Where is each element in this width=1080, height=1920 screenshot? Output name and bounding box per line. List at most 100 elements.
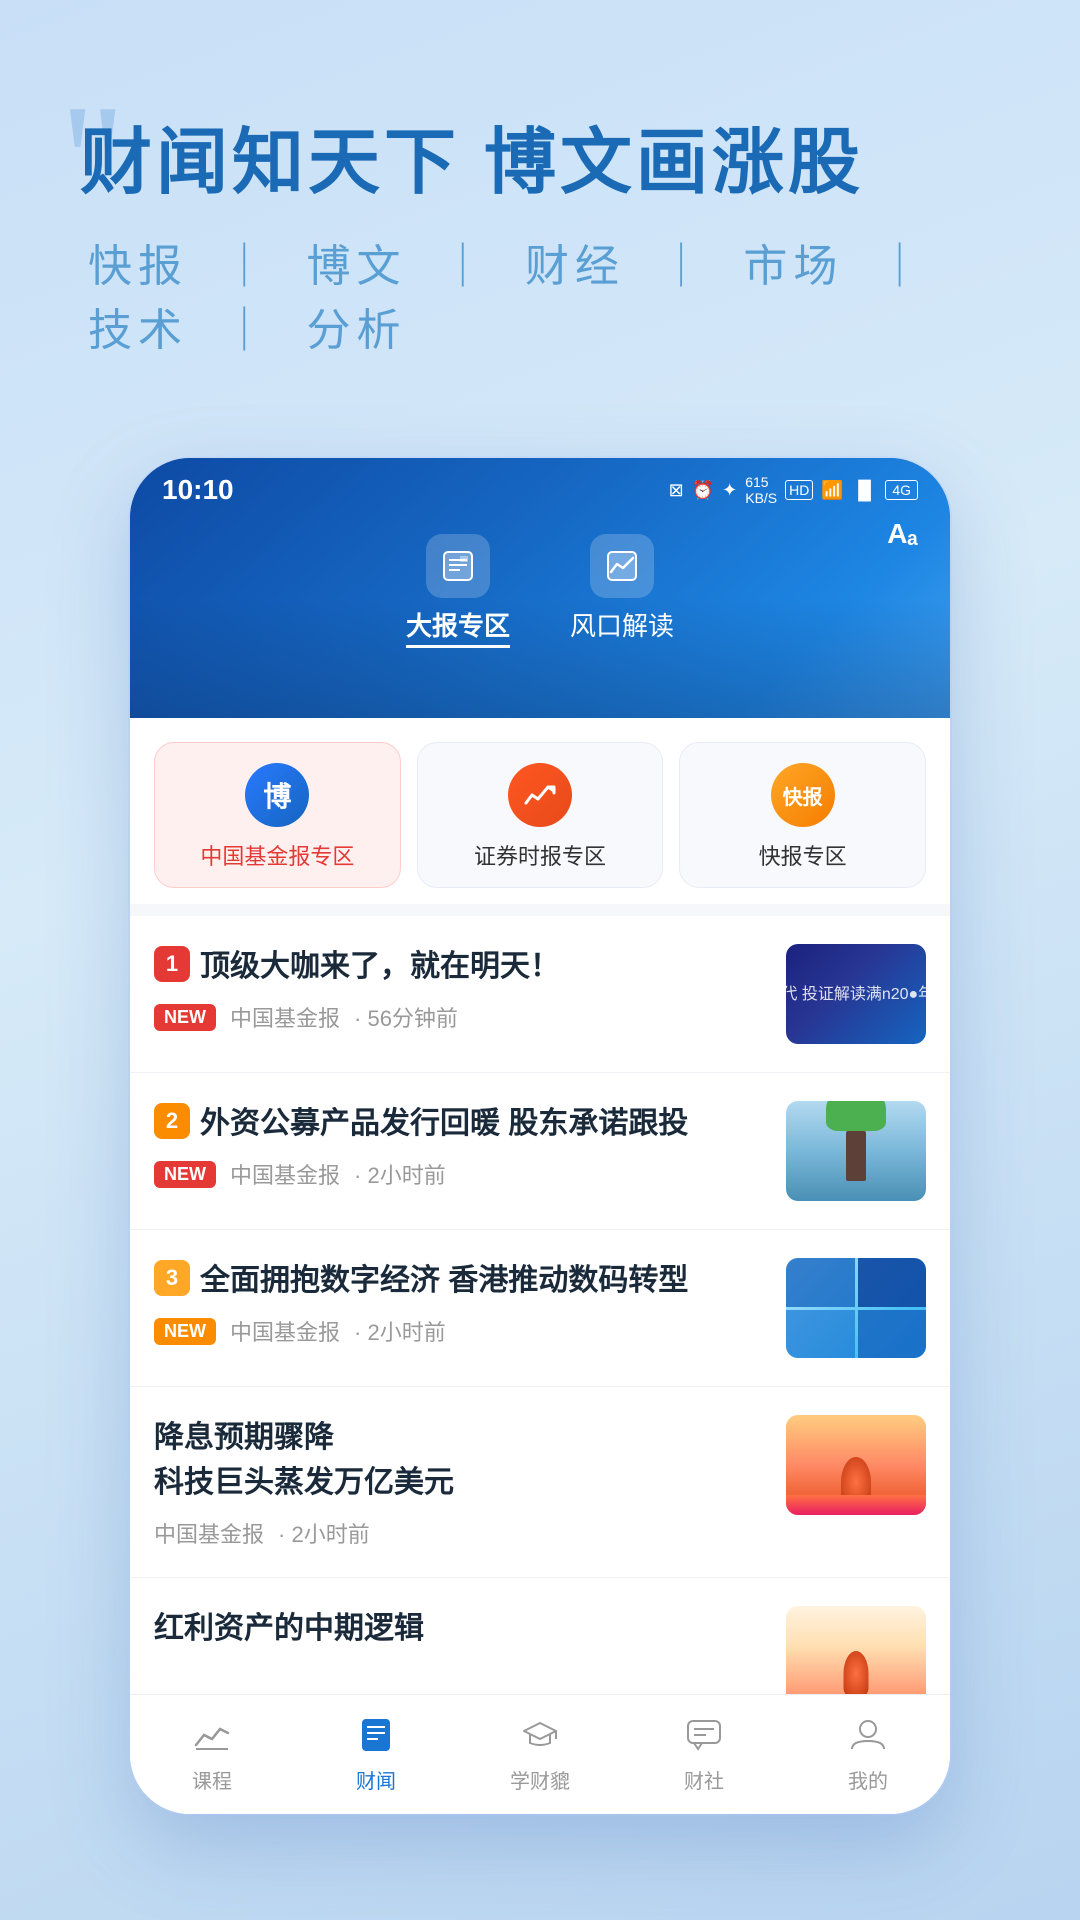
nav-item-dabo[interactable]: 大报专区: [406, 534, 510, 648]
hd-icon: HD: [785, 480, 813, 500]
phone-header: 10:10 ⊠ ⏰ ✦ 615KB/S HD 📶 ▐▌ 4G Aₐ: [130, 458, 950, 718]
alarm-icon: ⏰: [692, 480, 714, 501]
user-icon: [848, 1715, 888, 1755]
news-title-row-1: 1 顶级大咖来了，就在明天！: [154, 944, 766, 989]
news-source-4: 中国基金报: [154, 1517, 264, 1549]
subtitle-sep-1: ｜: [222, 242, 272, 291]
news-time-4: · 2小时前: [278, 1517, 370, 1549]
cat-icon-jijinbao: 博: [245, 763, 309, 827]
bottom-nav-course[interactable]: 课程: [162, 1711, 262, 1794]
subtitle-sep-3: ｜: [659, 242, 709, 291]
news-rank-1: 1: [154, 946, 190, 982]
news-main-2: 2 外资公募产品发行回暖 股东承诺跟投 NEW 中国基金报 · 2小时前: [154, 1101, 766, 1190]
phone-wrapper: 10:10 ⊠ ⏰ ✦ 615KB/S HD 📶 ▐▌ 4G Aₐ: [0, 458, 1080, 1814]
phone-content: 博 中国基金报专区 证券时报专区 快报 快报专区: [130, 718, 950, 1814]
bottom-nav-mine[interactable]: 我的: [818, 1711, 918, 1794]
news-meta-2: NEW 中国基金报 · 2小时前: [154, 1158, 766, 1190]
news-item-1[interactable]: 1 顶级大咖来了，就在明天！ NEW 中国基金报 · 56分钟前: [130, 916, 950, 1073]
cat-tab-zhengjuansbao[interactable]: 证券时报专区: [417, 742, 664, 888]
news-meta-4: 中国基金报 · 2小时前: [154, 1517, 766, 1549]
news-thumb-4: [786, 1415, 926, 1515]
cat-tab-jijinbao[interactable]: 博 中国基金报专区: [154, 742, 401, 888]
news-title-row-3: 3 全面拥抱数字经济 香港推动数码转型: [154, 1258, 766, 1303]
wifi-icon: 📶: [821, 480, 843, 501]
bottom-nav-icon-course: [188, 1711, 236, 1759]
bottom-nav-icon-caishe: [680, 1711, 728, 1759]
bottom-nav-icon-xuecaibei: [516, 1711, 564, 1759]
signal-icon: ▐▌: [852, 480, 878, 501]
bottom-nav-xuecaibei[interactable]: 学财貔: [490, 1711, 590, 1794]
news-thumb-1: [786, 944, 926, 1044]
status-bar: 10:10 ⊠ ⏰ ✦ 615KB/S HD 📶 ▐▌ 4G: [130, 458, 950, 514]
news-title-2: 外资公募产品发行回暖 股东承诺跟投: [200, 1101, 688, 1146]
trending-up-icon: [522, 777, 558, 813]
nav-label-fengkou: 风口解读: [570, 606, 674, 643]
graduation-icon: [520, 1715, 560, 1755]
trend-icon: [604, 548, 640, 584]
nav-item-fengkou[interactable]: 风口解读: [570, 534, 674, 648]
cat-icon-kuaibao: 快报: [771, 763, 835, 827]
news-list: 1 顶级大咖来了，就在明天！ NEW 中国基金报 · 56分钟前: [130, 916, 950, 1714]
nav-icon-dabo: [426, 534, 490, 598]
news-title-row-2: 2 外资公募产品发行回暖 股东承诺跟投: [154, 1101, 766, 1146]
news-time-1: · 56分钟前: [354, 1001, 458, 1033]
news-item-3[interactable]: 3 全面拥抱数字经济 香港推动数码转型 NEW 中国基金报 · 2小时前: [130, 1230, 950, 1387]
news-main-1: 1 顶级大咖来了，就在明天！ NEW 中国基金报 · 56分钟前: [154, 944, 766, 1033]
category-tabs: 博 中国基金报专区 证券时报专区 快报 快报专区: [130, 718, 950, 904]
hero-title: 财闻知天下 博文画涨股: [80, 120, 1000, 206]
bottom-nav: 课程 财闻: [130, 1694, 950, 1814]
bluetooth-icon: ✦: [722, 480, 737, 501]
bottom-nav-label-cawen: 财闻: [356, 1765, 396, 1794]
news-title-3: 全面拥抱数字经济 香港推动数码转型: [200, 1258, 688, 1303]
subtitle-item-3: 财经: [525, 242, 625, 291]
news-main-3: 3 全面拥抱数字经济 香港推动数码转型 NEW 中国基金报 · 2小时前: [154, 1258, 766, 1347]
news-rank-3: 3: [154, 1260, 190, 1296]
news-item-2[interactable]: 2 外资公募产品发行回暖 股东承诺跟投 NEW 中国基金报 · 2小时前: [130, 1073, 950, 1230]
news-badge-1: NEW: [154, 1004, 216, 1031]
subtitle-item-5: 技术: [88, 306, 188, 355]
news-badge-3: NEW: [154, 1318, 216, 1345]
news-badge-2: NEW: [154, 1161, 216, 1188]
subtitle-item-4: 市场: [743, 242, 843, 291]
cat-label-zhengjuansbao: 证券时报专区: [474, 839, 606, 871]
news-title-4: 降息预期骤降科技巨头蒸发万亿美元: [154, 1415, 766, 1505]
news-source-3: 中国基金报: [230, 1315, 340, 1347]
battery-icon: 4G: [885, 480, 918, 500]
news-icon: [356, 1715, 396, 1755]
news-title-1: 顶级大咖来了，就在明天！: [200, 944, 560, 989]
header-nav: 大报专区 风口解读: [130, 514, 950, 668]
bottom-nav-icon-cawen: [352, 1711, 400, 1759]
phone-mockup: 10:10 ⊠ ⏰ ✦ 615KB/S HD 📶 ▐▌ 4G Aₐ: [130, 458, 950, 1814]
hero-subtitle: 快报 ｜ 博文 ｜ 财经 ｜ 市场 ｜ 技术 ｜ 分析: [80, 230, 1000, 358]
chart-icon: [192, 1715, 232, 1755]
speed-icon: 615KB/S: [745, 474, 777, 506]
news-main-5: 红利资产的中期逻辑: [154, 1606, 766, 1663]
news-item-4[interactable]: 降息预期骤降科技巨头蒸发万亿美元 中国基金报 · 2小时前: [130, 1387, 950, 1578]
bottom-nav-icon-mine: [844, 1711, 892, 1759]
news-thumb-2: [786, 1101, 926, 1201]
news-time-3: · 2小时前: [354, 1315, 446, 1347]
subtitle-sep-4: ｜: [878, 242, 928, 291]
bottom-nav-label-course: 课程: [192, 1765, 232, 1794]
nav-label-dabo: 大报专区: [406, 606, 510, 648]
subtitle-item-6: 分析: [306, 306, 406, 355]
status-icons: ⊠ ⏰ ✦ 615KB/S HD 📶 ▐▌ 4G: [669, 474, 918, 506]
bottom-nav-label-xuecaibei: 学财貔: [510, 1765, 570, 1794]
newspaper-icon: [440, 548, 476, 584]
cat-label-jijinbao: 中国基金报专区: [200, 839, 354, 871]
bottom-nav-caishe[interactable]: 财社: [654, 1711, 754, 1794]
cat-label-kuaibao: 快报专区: [759, 839, 847, 871]
news-meta-1: NEW 中国基金报 · 56分钟前: [154, 1001, 766, 1033]
cat-tab-kuaibao[interactable]: 快报 快报专区: [679, 742, 926, 888]
news-time-2: · 2小时前: [354, 1158, 446, 1190]
cat-icon-zhengjuansbao: [508, 763, 572, 827]
bottom-nav-cawen[interactable]: 财闻: [326, 1711, 426, 1794]
nav-icon-fengkou: [590, 534, 654, 598]
notification-icon: ⊠: [669, 480, 684, 501]
bottom-nav-label-caishe: 财社: [684, 1765, 724, 1794]
news-thumb-5: [786, 1606, 926, 1706]
hero-section: 财闻知天下 博文画涨股 快报 ｜ 博文 ｜ 财经 ｜ 市场 ｜ 技术 ｜ 分析: [0, 0, 1080, 418]
subtitle-item-2: 博文: [306, 242, 406, 291]
news-main-4: 降息预期骤降科技巨头蒸发万亿美元 中国基金报 · 2小时前: [154, 1415, 766, 1549]
subtitle-sep-5: ｜: [222, 306, 272, 355]
